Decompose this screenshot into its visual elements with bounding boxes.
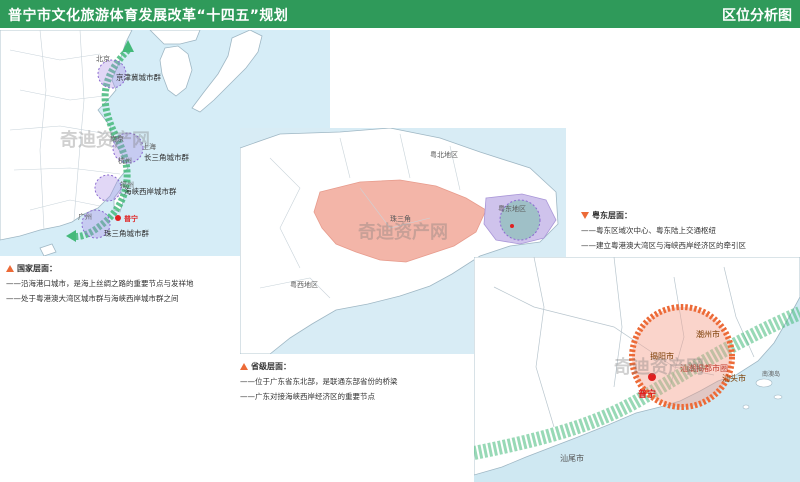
- japan-landmass: [191, 30, 263, 113]
- island-label: 南澳岛: [762, 371, 781, 378]
- east-guangdong-map: 潮州市 揭阳市 汕头市 汕尾市 汕潮揭都市圈 普宁 南澳岛 奇迪资产网: [474, 257, 800, 482]
- korea-landmass: [159, 45, 193, 97]
- puning-marker: [510, 224, 514, 228]
- islands: [742, 378, 783, 410]
- section-title: 区位分析图: [722, 8, 792, 24]
- province-note: 省级层面： ——位于广东省东北部，是联通东部省份的桥梁 ——广东对接海峡西岸经济…: [240, 361, 398, 402]
- puning-label: 普宁: [638, 390, 657, 400]
- corridor-arrow-south: [66, 230, 76, 242]
- cluster-label: 珠三角城市群: [104, 229, 149, 238]
- west-strait-circle: [94, 174, 122, 202]
- place-label: 广州: [78, 213, 92, 221]
- cluster-label: 长三角城市群: [144, 153, 189, 162]
- east-note-line: ——粤东区域次中心、粤东陆上交通枢纽: [581, 226, 716, 235]
- national-note-line: ——沿海港口城市，是海上丝绸之路的重要节点与发祥地: [6, 279, 194, 288]
- region-label: 粤东地区: [498, 205, 526, 213]
- triangle-down-icon: [581, 212, 589, 219]
- northeast-landmass: [149, 30, 201, 45]
- province-note-title: 省级层面：: [240, 361, 398, 372]
- city-label: 汕头市: [722, 374, 746, 383]
- east-note-line: ——建立粤港澳大湾区与海峡西岸经济区的牵引区: [581, 241, 746, 250]
- page-header: 普宁市文化旅游体育发展改革“十四五”规划 区位分析图: [0, 0, 800, 28]
- cluster-label: 京津冀城市群: [116, 73, 161, 82]
- page-title: 普宁市文化旅游体育发展改革“十四五”规划: [8, 8, 289, 24]
- city-label: 潮州市: [696, 330, 720, 339]
- national-note-title: 国家层面：: [6, 263, 194, 274]
- east-note-title: 粤东层面：: [581, 210, 746, 221]
- watermark: 奇迪资产网: [614, 357, 704, 378]
- watermark: 奇迪资产网: [60, 130, 150, 151]
- east-note: 粤东层面： ——粤东区域次中心、粤东陆上交通枢纽 ——建立粤港澳大湾区与海峡西岸…: [581, 210, 746, 251]
- watermark: 奇迪资产网: [358, 222, 448, 243]
- puning-label: 普宁: [124, 215, 138, 223]
- triangle-icon: [6, 265, 14, 272]
- national-note-line: ——处于粤港澳大湾区城市群与海峡西岸城市群之间: [6, 294, 179, 303]
- national-note: 国家层面： ——沿海港口城市，是海上丝绸之路的重要节点与发祥地 ——处于粤港澳大…: [6, 263, 194, 304]
- place-label: 杭州: [118, 157, 132, 165]
- region-label: 粤西地区: [290, 281, 318, 289]
- province-note-line: ——广东对接海峡西岸经济区的重要节点: [240, 392, 375, 401]
- region-label: 粤北地区: [430, 151, 458, 159]
- city-label: 汕尾市: [560, 454, 584, 463]
- triangle-icon: [240, 363, 248, 370]
- cluster-label: 海峡西岸城市群: [124, 187, 177, 196]
- puning-marker: [115, 215, 121, 221]
- hainan-landmass: [39, 243, 57, 256]
- place-label: 北京: [96, 55, 110, 63]
- province-note-line: ——位于广东省东北部，是联通东部省份的桥梁: [240, 377, 398, 386]
